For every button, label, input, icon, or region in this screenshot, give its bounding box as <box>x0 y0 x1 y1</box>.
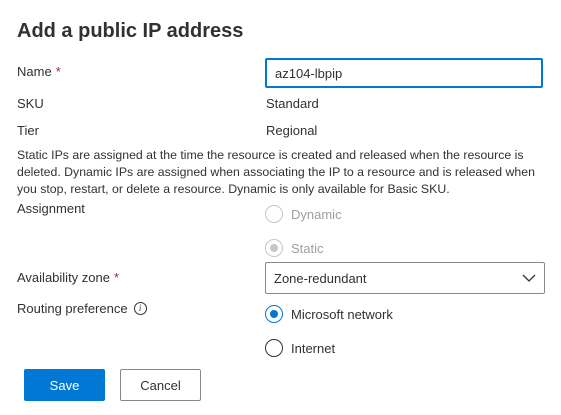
routing-preference-label: Routing preference i <box>17 301 147 316</box>
required-mark: * <box>113 270 120 285</box>
availability-zone-label: Availability zone * <box>17 270 119 285</box>
availability-zone-dropdown[interactable]: Zone-redundant <box>265 262 545 294</box>
tier-label: Tier <box>17 123 39 138</box>
assignment-dynamic-label: Dynamic <box>291 206 342 222</box>
info-icon[interactable]: i <box>133 302 147 316</box>
required-mark: * <box>55 64 61 79</box>
assignment-label: Assignment <box>17 201 85 216</box>
tier-value: Regional <box>266 123 318 138</box>
sku-value: Standard <box>266 96 319 111</box>
routing-preference-label-text: Routing preference <box>17 301 128 316</box>
routing-microsoft-network-label: Microsoft network <box>291 306 393 322</box>
ip-description: Static IPs are assigned at the time the … <box>17 148 535 196</box>
assignment-static-radio <box>265 239 283 257</box>
panel-title: Add a public IP address <box>17 20 244 42</box>
routing-internet-label: Internet <box>291 340 336 356</box>
name-label: Name * <box>17 64 61 79</box>
routing-internet-option[interactable]: Internet <box>265 339 335 357</box>
cancel-button[interactable]: Cancel <box>120 369 201 401</box>
save-button[interactable]: Save <box>24 369 105 401</box>
sku-label: SKU <box>17 96 44 111</box>
assignment-dynamic-radio <box>265 205 283 223</box>
name-label-text: Name <box>17 64 52 79</box>
availability-zone-label-text: Availability zone <box>17 270 110 285</box>
routing-internet-radio[interactable] <box>265 339 283 357</box>
routing-microsoft-network-radio[interactable] <box>265 305 283 323</box>
assignment-static-option: Static <box>265 239 324 257</box>
assignment-static-label: Static <box>291 240 324 256</box>
chevron-down-icon <box>522 274 536 282</box>
name-input[interactable] <box>265 58 543 88</box>
routing-microsoft-network-option[interactable]: Microsoft network <box>265 305 393 323</box>
availability-zone-selected: Zone-redundant <box>274 270 367 286</box>
assignment-dynamic-option: Dynamic <box>265 205 342 223</box>
